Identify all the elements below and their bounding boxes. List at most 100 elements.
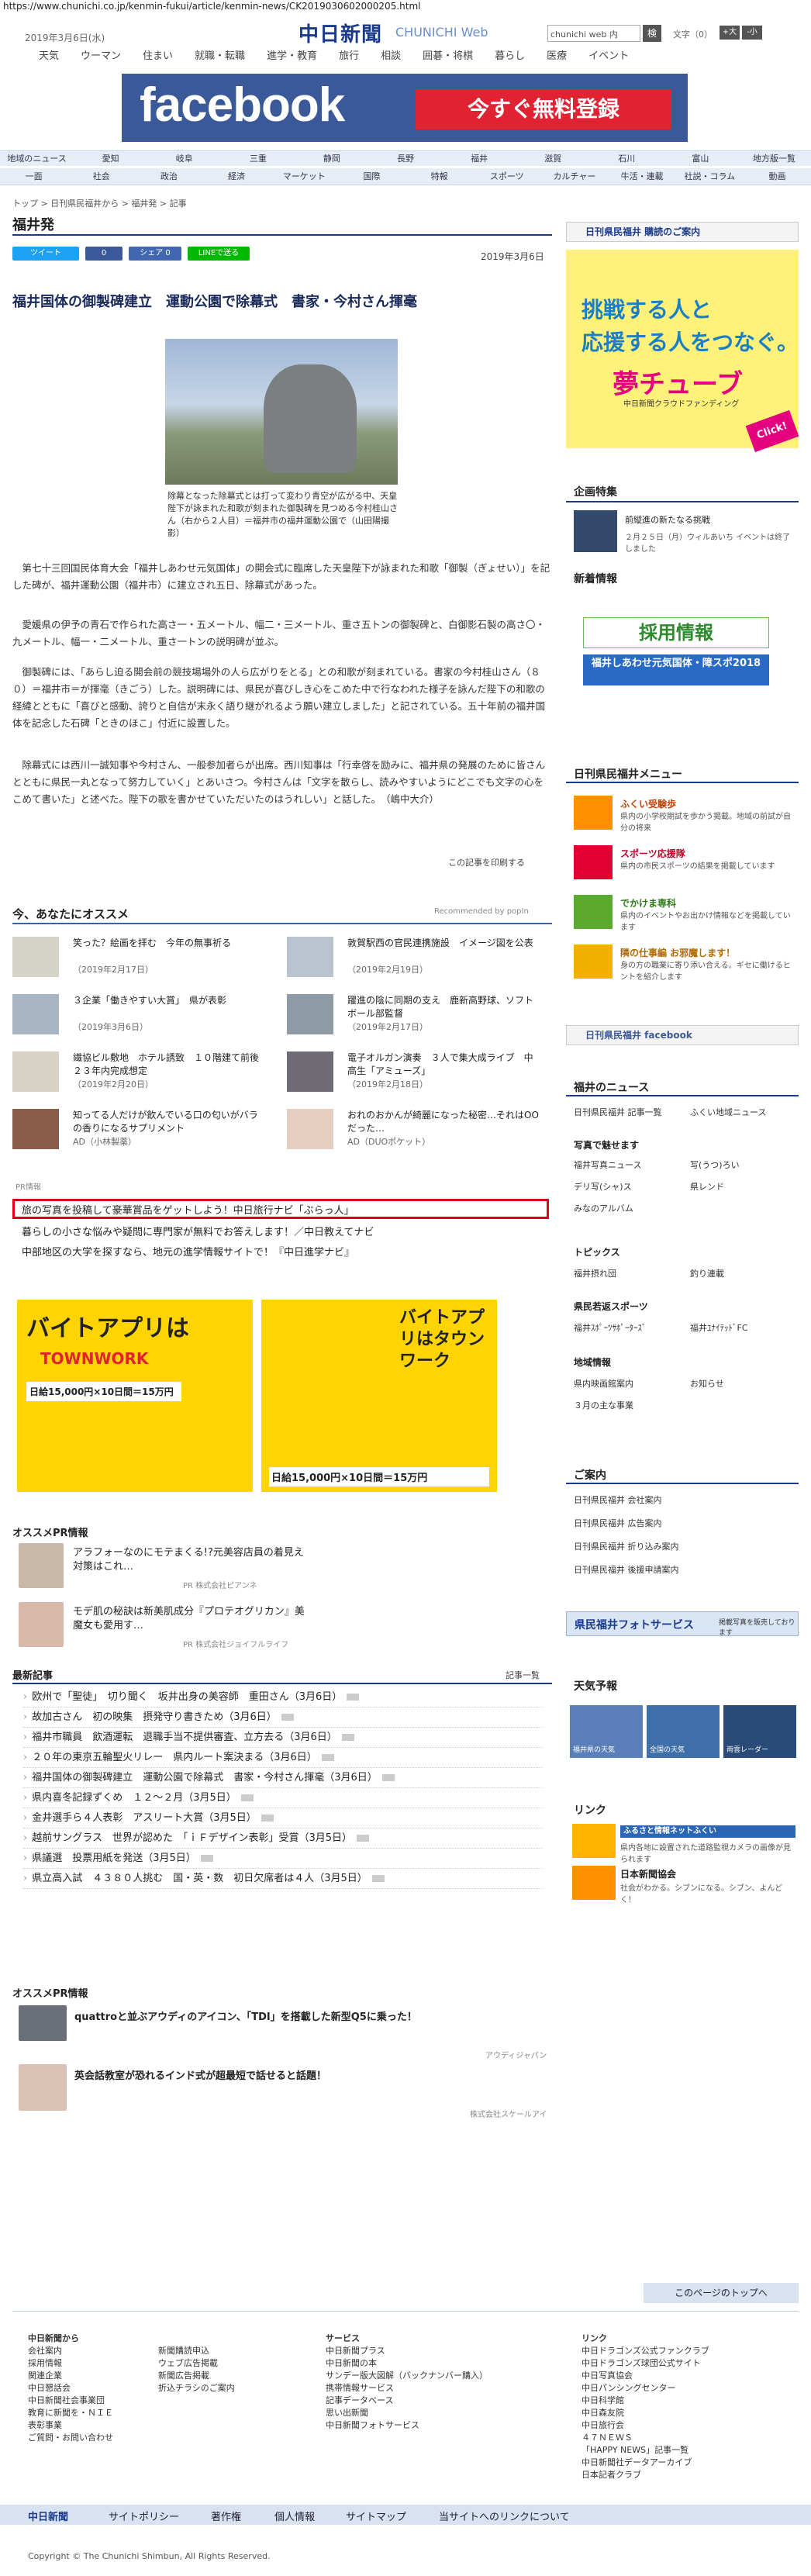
recommend-item[interactable]: 笑った？絵画を拝む 今年の無事祈る （2019年2月17日） — [12, 937, 268, 980]
print-article-link[interactable]: この記事を印刷する — [448, 856, 525, 868]
catnav-item[interactable]: 国際 — [338, 168, 406, 185]
ospr-thumbnail[interactable] — [19, 2064, 67, 2111]
pr-link[interactable]: 旅の写真を投稿して豪華賞品をゲットしよう！中日旅行ナビ「ぶらっ人」 — [22, 1202, 354, 1217]
footer-link[interactable]: 思い出新聞 — [326, 2407, 488, 2419]
latest-item[interactable]: 福井国体の御製碑建立 運動公園で除幕式 書家・今村さん揮毫（3月6日） — [23, 1768, 543, 1788]
side-link[interactable]: デリ写(シャ)ス — [574, 1180, 632, 1193]
topnav-item[interactable]: 暮らし — [484, 48, 536, 65]
townwork-ad-left[interactable]: バイトアプリは TOWNWORK 日給15,000円×10日間＝15万円 — [17, 1300, 253, 1492]
footer-link[interactable]: 折込チラシのご案内 — [158, 2382, 235, 2395]
ospr-thumbnail[interactable] — [19, 1602, 64, 1647]
footer-link[interactable]: 中日新聞の本 — [326, 2357, 488, 2370]
regnav-item[interactable]: 静岡 — [295, 151, 368, 166]
regnav-item[interactable]: 地方版一覧 — [737, 151, 811, 166]
site-logo-sub[interactable]: CHUNICHI Web — [395, 25, 488, 40]
side-link[interactable]: 日刊県民福井 会社案内 — [574, 1493, 662, 1506]
side-link[interactable]: お知らせ — [690, 1377, 724, 1390]
footer-link[interactable]: 中日懇話会 — [28, 2382, 113, 2395]
footer-link[interactable]: ウェブ広告掲載 — [158, 2357, 235, 2370]
footer-link[interactable]: 中日新聞プラス — [326, 2345, 488, 2357]
regnav-item[interactable]: 滋賀 — [516, 151, 590, 166]
regnav-item[interactable]: 福井 — [443, 151, 516, 166]
topnav-item[interactable]: ウーマン — [70, 48, 132, 65]
footer-bar-link[interactable]: 当サイトへのリンクについて — [439, 2509, 570, 2523]
latest-item[interactable]: 県議選 投票用紙を発送（3月5日） — [23, 1849, 543, 1869]
latest-item[interactable]: 県内喜冬記録ずくめ １２～２月（3月5日） — [23, 1788, 543, 1808]
feature-thumbnail[interactable] — [574, 510, 617, 552]
side-link[interactable]: 福井摂れ団 — [574, 1267, 616, 1279]
menu-item-title[interactable]: でかけま専科 — [620, 896, 676, 910]
side-link[interactable]: みなのアルバム — [574, 1202, 633, 1214]
side-link[interactable]: ふくい地域ニュース — [690, 1106, 766, 1118]
footer-link[interactable]: 記事データベース — [326, 2395, 488, 2407]
footer-link[interactable]: 表彰事業 — [28, 2419, 113, 2432]
recommend-item[interactable]: 敦賀駅西の官民連携施設 イメージ図を公表 （2019年2月19日） — [287, 937, 543, 980]
kokutai-banner[interactable]: 福井しあわせ元気国体・障スポ2018 — [583, 654, 769, 685]
yume-tube-ad[interactable]: 挑戦する人と 応援する人をつなぐ。 夢チューブ 中日新聞クラウドファンディング … — [566, 250, 799, 453]
link-pressnet[interactable]: 日本新聞協会 — [620, 1867, 676, 1880]
catnav-item[interactable]: 経済 — [203, 168, 271, 185]
recommend-item[interactable]: 知ってる人だけが飲んでいる口の匂いがバラの香りになるサプリメント AD（小林製薬… — [12, 1109, 268, 1152]
footer-link[interactable]: 携帯情報サービス — [326, 2382, 488, 2395]
catnav-item[interactable]: 牛活・連載 — [609, 168, 676, 185]
footer-link[interactable]: 採用情報 — [28, 2357, 113, 2370]
footer-link[interactable]: ご質問・お問い合わせ — [28, 2432, 113, 2444]
footer-link[interactable]: 新聞広告掲載 — [158, 2370, 235, 2382]
catnav-item[interactable]: マーケット — [271, 168, 338, 185]
footer-bar-link[interactable]: サイトポリシー — [109, 2509, 179, 2523]
menu-item-title[interactable]: スポーツ応援隊 — [620, 847, 685, 860]
weather-national[interactable]: 全国の天気 — [647, 1705, 720, 1758]
side-link[interactable]: ３月の主な事業 — [574, 1399, 633, 1411]
topnav-item[interactable]: 進学・教育 — [256, 48, 328, 65]
footer-bar-link[interactable]: 著作権 — [211, 2509, 241, 2523]
side-link[interactable]: 写(うつ)ろい — [690, 1159, 740, 1171]
pr-link[interactable]: 暮らしの小さな悩みや疑問に専門家が無料でお答えします！／中日教えてナビ — [22, 1224, 374, 1238]
menu-icon[interactable] — [574, 796, 613, 830]
footer-link[interactable]: 中日パンシングセンター — [582, 2382, 709, 2395]
latest-more-link[interactable]: 記事一覧 — [506, 1669, 540, 1681]
footer-link[interactable]: 中日新聞社データアーカイブ — [582, 2457, 709, 2469]
tweet-button[interactable]: ツイート — [12, 247, 79, 261]
footer-link[interactable]: 教育に新聞を・ＮＩＥ — [28, 2407, 113, 2419]
menu-icon[interactable] — [574, 944, 613, 979]
topnav-item[interactable]: 医療 — [536, 48, 578, 65]
ospr-link[interactable]: モデ肌の秘訣は新美肌成分『プロテオグリカン』美魔女も愛用す… — [73, 1605, 305, 1633]
topnav-item[interactable]: イベント — [578, 48, 640, 65]
facebook-ad-cta[interactable]: 今すぐ無料登録 — [416, 89, 671, 129]
regnav-item[interactable]: 石川 — [590, 151, 664, 166]
ospr-link[interactable]: quattroと並ぶアウディのアイコン、「TDI」を搭載した新型Q5に乗った！ — [74, 2008, 540, 2023]
side-link[interactable]: 釣り連載 — [690, 1267, 724, 1279]
link-thumbnail[interactable] — [572, 1824, 616, 1858]
recruit-banner[interactable]: 採用情報 — [583, 617, 769, 648]
topnav-item[interactable]: 住まい — [132, 48, 184, 65]
footer-link[interactable]: 中日新聞社会事業団 — [28, 2395, 113, 2407]
link-thumbnail[interactable] — [572, 1866, 616, 1900]
regnav-item[interactable]: 三重 — [221, 151, 295, 166]
regnav-item[interactable]: 長野 — [368, 151, 442, 166]
side-link[interactable]: 福井写真ニュース — [574, 1159, 641, 1171]
weather-radar[interactable]: 雨雲レーダー — [723, 1705, 796, 1758]
search-button[interactable]: 検 — [643, 25, 661, 42]
recommend-item[interactable]: 躍進の陰に同期の支え 鹿新高野球、ソフトボール部監督 （2019年2月17日） — [287, 994, 543, 1038]
ospr-thumbnail[interactable] — [19, 1543, 64, 1588]
recommend-item[interactable]: ３企業「働きやすい大賞」 県が表彰 （2019年3月6日） — [12, 994, 268, 1038]
breadcrumb[interactable]: トップ > 日刊県民福井から > 福井発 > 記事 — [12, 197, 187, 209]
back-to-top-button[interactable]: このページのトップへ — [644, 2283, 799, 2303]
subscribe-link[interactable]: 日刊県民福井 購読のご案内 — [566, 222, 799, 242]
topnav-item[interactable]: 就職・転職 — [184, 48, 256, 65]
pr-link[interactable]: 中部地区の大学を探すなら、地元の進学情報サイトで！『中日進学ナビ』 — [22, 1244, 354, 1259]
footer-link[interactable]: 中日ドラゴンズ公式ファンクラブ — [582, 2345, 709, 2357]
regnav-item[interactable]: 岐阜 — [147, 151, 221, 166]
menu-item-title[interactable]: 隣の仕事編 お邪魔します！ — [620, 946, 735, 959]
footer-link[interactable]: 関連企業 — [28, 2370, 113, 2382]
side-link[interactable]: 県レンド — [690, 1180, 724, 1193]
footer-link[interactable]: サンデー版大図解（バックナンバー購入） — [326, 2370, 488, 2382]
footer-link[interactable]: 日本記者クラブ — [582, 2469, 709, 2481]
footer-link[interactable]: 中日新聞フォトサービス — [326, 2419, 488, 2432]
facebook-share-button[interactable]: シェア 0 — [129, 247, 181, 261]
catnav-item[interactable]: 社説・コラム — [676, 168, 744, 185]
latest-item[interactable]: 欧州で「聖徒」 切り聞く 坂井出身の美容師 重田さん（3月6日） — [23, 1687, 543, 1708]
catnav-item[interactable]: 社会 — [67, 168, 135, 185]
search-input[interactable]: chunichi web 内 — [547, 25, 640, 42]
ospr-link[interactable]: 英会話教室が恐れるインド式が超最短で話せると話題！ — [74, 2067, 540, 2082]
